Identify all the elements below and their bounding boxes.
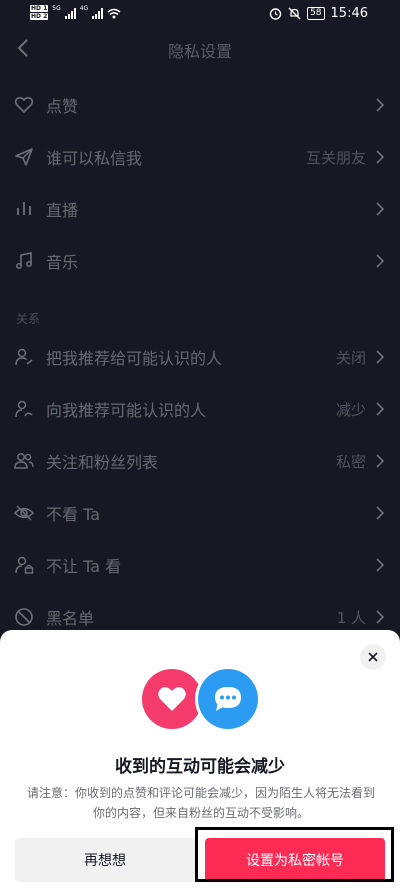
wifi-icon [107, 8, 121, 18]
settings-item-messages[interactable]: 谁可以私信我 互关朋友 [0, 131, 400, 183]
settings-item-recommend-me[interactable]: 把我推荐给可能认识的人 关闭 [0, 331, 400, 383]
clock: 15:46 [330, 6, 368, 21]
settings-item-label: 把我推荐给可能认识的人 [46, 349, 223, 368]
battery-level: 58 [307, 7, 325, 20]
signal-icon-2 [92, 7, 104, 19]
hd2-badge: HD 2 [30, 13, 49, 20]
page-title: 隐私设置 [167, 42, 232, 61]
status-bar: HD 1 HD 2 5G 4G 58 15:46 [0, 0, 400, 28]
close-icon [368, 652, 378, 662]
close-button[interactable] [360, 644, 386, 670]
chat-badge [198, 669, 258, 729]
chevron-right-icon [376, 202, 385, 216]
signal-icon [64, 7, 76, 19]
heart-icon [14, 96, 34, 114]
settings-item-value: 关闭 [335, 349, 366, 367]
chevron-right-icon [376, 350, 385, 364]
settings-item-hide-my-content[interactable]: 不让 Ta 看 [0, 539, 400, 591]
settings-item-hide-their-content[interactable]: 不看 Ta [0, 487, 400, 539]
settings-item-label: 黑名单 [46, 609, 95, 628]
chevron-right-icon [376, 150, 385, 164]
live-bars-icon [17, 202, 31, 215]
alarm-icon [269, 8, 282, 20]
hd1-badge: HD 1 [30, 5, 49, 12]
settings-item-music[interactable]: 音乐 [0, 235, 400, 287]
chevron-right-icon [376, 98, 385, 112]
page-header: 隐私设置 [0, 28, 400, 70]
network-type-2: 4G [79, 5, 89, 12]
chevron-right-icon [376, 402, 385, 416]
settings-item-live[interactable]: 直播 [0, 183, 400, 235]
section-title-relations: 关系 [16, 312, 41, 326]
settings-item-label: 点赞 [46, 97, 79, 116]
hd-badges: HD 1 HD 2 [30, 5, 49, 21]
dialog-title: 收到的互动可能会减少 [115, 757, 285, 777]
mute-bell-icon [288, 7, 301, 20]
settings-item-label: 不让 Ta 看 [46, 557, 122, 576]
chevron-right-icon [376, 558, 385, 572]
settings-item-label: 谁可以私信我 [46, 149, 143, 168]
settings-item-label: 音乐 [46, 253, 79, 272]
settings-item-likes[interactable]: 点赞 [0, 79, 400, 131]
settings-item-label: 向我推荐可能认识的人 [46, 401, 207, 420]
cancel-button[interactable]: 再想想 [15, 838, 195, 882]
chevron-right-icon [376, 454, 385, 468]
status-left: HD 1 HD 2 5G 4G [30, 5, 121, 21]
followers-icon [14, 453, 34, 469]
settings-item-label: 关注和粉丝列表 [46, 453, 159, 472]
settings-item-label: 直播 [46, 201, 79, 220]
chevron-right-icon [376, 254, 385, 268]
settings-item-label: 不看 Ta [46, 505, 101, 524]
settings-item-value: 1 人 [336, 609, 366, 627]
block-icon [15, 608, 33, 626]
heart-icon [158, 687, 186, 711]
network-type-1: 5G [52, 5, 61, 12]
user-lock-icon [15, 556, 34, 574]
settings-item-followers[interactable]: 关注和粉丝列表 私密 [0, 435, 400, 487]
set-private-account-button[interactable]: 设置为私密帐号 [205, 838, 385, 882]
settings-item-recommend-to-me[interactable]: 向我推荐可能认识的人 减少 [0, 383, 400, 435]
eye-off-icon [14, 505, 34, 521]
chevron-right-icon [376, 610, 385, 624]
private-account-dialog: 收到的互动可能会减少 请注意：你收到的点赞和评论可能会减少，因为陌生人将无法看到… [0, 630, 400, 888]
send-icon [15, 148, 33, 166]
chat-bubble-icon [215, 687, 241, 711]
music-note-icon [16, 252, 32, 269]
settings-item-value: 私密 [335, 453, 366, 471]
status-right: 58 15:46 [269, 6, 368, 21]
chevron-right-icon [376, 506, 385, 520]
heart-badge [142, 669, 202, 729]
settings-item-value: 减少 [335, 401, 366, 419]
recommend-me-icon [15, 348, 33, 366]
dialog-description: 请注意：你收到的点赞和评论可能会减少，因为陌生人将无法看到你的内容，但来自粉丝的… [26, 786, 375, 820]
settings-item-value: 互关朋友 [305, 149, 366, 167]
recommend-to-me-icon [15, 400, 33, 418]
